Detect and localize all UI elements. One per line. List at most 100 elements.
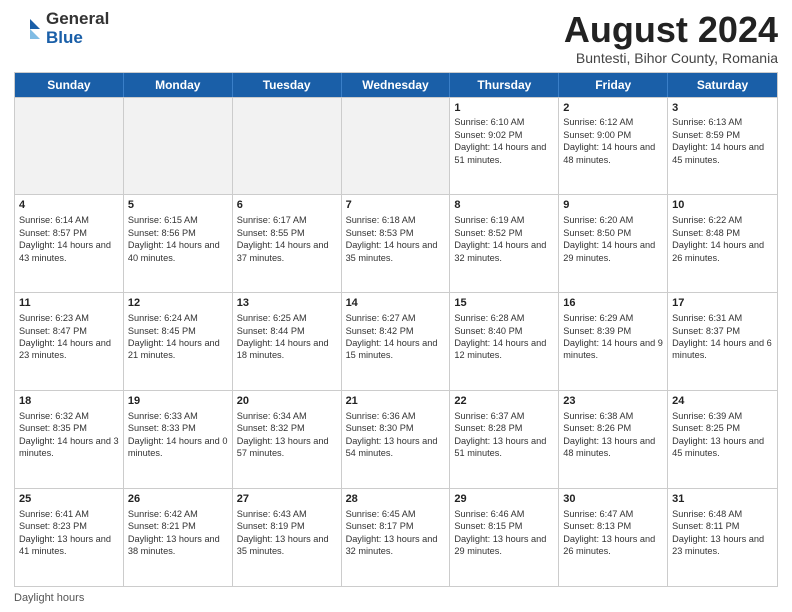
- calendar-cell: 28 Sunrise: 6:45 AM Sunset: 8:17 PM Dayli…: [342, 489, 451, 586]
- day-info: Sunrise: 6:47 AM Sunset: 8:13 PM Dayligh…: [563, 509, 655, 556]
- day-number: 28: [346, 492, 446, 507]
- day-number: 25: [19, 492, 119, 507]
- day-number: 10: [672, 198, 773, 213]
- day-info: Sunrise: 6:22 AM Sunset: 8:48 PM Dayligh…: [672, 215, 764, 262]
- logo-text: General Blue: [46, 10, 109, 47]
- day-number: 4: [19, 198, 119, 213]
- calendar-cell: 1Sunrise: 6:10 AM Sunset: 9:02 PM Daylig…: [450, 98, 559, 195]
- calendar-cell: 7 Sunrise: 6:18 AM Sunset: 8:53 PM Daylig…: [342, 195, 451, 292]
- calendar-cell: [124, 98, 233, 195]
- calendar-cell: [15, 98, 124, 195]
- title-block: August 2024 Buntesti, Bihor County, Roma…: [564, 10, 778, 66]
- day-info: Sunrise: 6:18 AM Sunset: 8:53 PM Dayligh…: [346, 215, 438, 262]
- day-info: Sunrise: 6:43 AM Sunset: 8:19 PM Dayligh…: [237, 509, 329, 556]
- calendar-header: SundayMondayTuesdayWednesdayThursdayFrid…: [15, 73, 777, 97]
- calendar-row: 1Sunrise: 6:10 AM Sunset: 9:02 PM Daylig…: [15, 97, 777, 195]
- day-info: Sunrise: 6:19 AM Sunset: 8:52 PM Dayligh…: [454, 215, 546, 262]
- subtitle: Buntesti, Bihor County, Romania: [564, 50, 778, 66]
- day-info: Sunrise: 6:15 AM Sunset: 8:56 PM Dayligh…: [128, 215, 220, 262]
- calendar-cell: 23 Sunrise: 6:38 AM Sunset: 8:26 PM Dayli…: [559, 391, 668, 488]
- calendar-cell: 10 Sunrise: 6:22 AM Sunset: 8:48 PM Dayli…: [668, 195, 777, 292]
- calendar-header-cell: Saturday: [668, 73, 777, 97]
- calendar-cell: 8 Sunrise: 6:19 AM Sunset: 8:52 PM Daylig…: [450, 195, 559, 292]
- calendar-header-cell: Tuesday: [233, 73, 342, 97]
- day-number: 7: [346, 198, 446, 213]
- calendar-cell: 11Sunrise: 6:23 AM Sunset: 8:47 PM Dayli…: [15, 293, 124, 390]
- month-title: August 2024: [564, 10, 778, 50]
- calendar-cell: 9 Sunrise: 6:20 AM Sunset: 8:50 PM Daylig…: [559, 195, 668, 292]
- day-number: 16: [563, 296, 663, 311]
- day-number: 6: [237, 198, 337, 213]
- day-number: 14: [346, 296, 446, 311]
- day-number: 9: [563, 198, 663, 213]
- day-info: Sunrise: 6:45 AM Sunset: 8:17 PM Dayligh…: [346, 509, 438, 556]
- header: General Blue August 2024 Buntesti, Bihor…: [14, 10, 778, 66]
- day-number: 19: [128, 394, 228, 409]
- day-number: 27: [237, 492, 337, 507]
- day-info: Sunrise: 6:23 AM Sunset: 8:47 PM Dayligh…: [19, 313, 111, 360]
- day-number: 30: [563, 492, 663, 507]
- day-info: Sunrise: 6:33 AM Sunset: 8:33 PM Dayligh…: [128, 411, 228, 458]
- calendar-row: 4 Sunrise: 6:14 AM Sunset: 8:57 PM Daylig…: [15, 194, 777, 292]
- calendar-cell: 13Sunrise: 6:25 AM Sunset: 8:44 PM Dayli…: [233, 293, 342, 390]
- calendar-cell: 3Sunrise: 6:13 AM Sunset: 8:59 PM Daylig…: [668, 98, 777, 195]
- day-info: Sunrise: 6:38 AM Sunset: 8:26 PM Dayligh…: [563, 411, 655, 458]
- calendar-cell: 22Sunrise: 6:37 AM Sunset: 8:28 PM Dayli…: [450, 391, 559, 488]
- day-number: 31: [672, 492, 773, 507]
- day-number: 2: [563, 101, 663, 116]
- calendar-cell: 29 Sunrise: 6:46 AM Sunset: 8:15 PM Dayli…: [450, 489, 559, 586]
- calendar-cell: 4 Sunrise: 6:14 AM Sunset: 8:57 PM Daylig…: [15, 195, 124, 292]
- day-info: Sunrise: 6:34 AM Sunset: 8:32 PM Dayligh…: [237, 411, 329, 458]
- day-number: 5: [128, 198, 228, 213]
- footer: Daylight hours: [14, 592, 778, 604]
- calendar-cell: 17Sunrise: 6:31 AM Sunset: 8:37 PM Dayli…: [668, 293, 777, 390]
- day-number: 24: [672, 394, 773, 409]
- day-number: 22: [454, 394, 554, 409]
- calendar-cell: 16Sunrise: 6:29 AM Sunset: 8:39 PM Dayli…: [559, 293, 668, 390]
- day-number: 26: [128, 492, 228, 507]
- day-info: Sunrise: 6:31 AM Sunset: 8:37 PM Dayligh…: [672, 313, 772, 360]
- day-number: 18: [19, 394, 119, 409]
- day-number: 15: [454, 296, 554, 311]
- day-info: Sunrise: 6:42 AM Sunset: 8:21 PM Dayligh…: [128, 509, 220, 556]
- calendar-cell: [342, 98, 451, 195]
- calendar-cell: 21 Sunrise: 6:36 AM Sunset: 8:30 PM Dayli…: [342, 391, 451, 488]
- day-info: Sunrise: 6:14 AM Sunset: 8:57 PM Dayligh…: [19, 215, 111, 262]
- calendar-header-cell: Friday: [559, 73, 668, 97]
- day-number: 20: [237, 394, 337, 409]
- day-info: Sunrise: 6:27 AM Sunset: 8:42 PM Dayligh…: [346, 313, 438, 360]
- calendar-cell: 12Sunrise: 6:24 AM Sunset: 8:45 PM Dayli…: [124, 293, 233, 390]
- day-number: 21: [346, 394, 446, 409]
- calendar-cell: 20 Sunrise: 6:34 AM Sunset: 8:32 PM Dayli…: [233, 391, 342, 488]
- day-info: Sunrise: 6:24 AM Sunset: 8:45 PM Dayligh…: [128, 313, 220, 360]
- day-info: Sunrise: 6:28 AM Sunset: 8:40 PM Dayligh…: [454, 313, 546, 360]
- calendar-cell: 6Sunrise: 6:17 AM Sunset: 8:55 PM Daylig…: [233, 195, 342, 292]
- calendar: SundayMondayTuesdayWednesdayThursdayFrid…: [14, 72, 778, 587]
- day-info: Sunrise: 6:20 AM Sunset: 8:50 PM Dayligh…: [563, 215, 655, 262]
- calendar-cell: 25Sunrise: 6:41 AM Sunset: 8:23 PM Dayli…: [15, 489, 124, 586]
- calendar-header-cell: Monday: [124, 73, 233, 97]
- calendar-cell: 2Sunrise: 6:12 AM Sunset: 9:00 PM Daylig…: [559, 98, 668, 195]
- logo: General Blue: [14, 10, 109, 47]
- calendar-cell: 31Sunrise: 6:48 AM Sunset: 8:11 PM Dayli…: [668, 489, 777, 586]
- day-info: Sunrise: 6:36 AM Sunset: 8:30 PM Dayligh…: [346, 411, 438, 458]
- calendar-cell: 19 Sunrise: 6:33 AM Sunset: 8:33 PM Dayli…: [124, 391, 233, 488]
- day-number: 23: [563, 394, 663, 409]
- day-number: 8: [454, 198, 554, 213]
- footer-text: Daylight hours: [14, 592, 84, 604]
- day-info: Sunrise: 6:39 AM Sunset: 8:25 PM Dayligh…: [672, 411, 764, 458]
- calendar-cell: 27 Sunrise: 6:43 AM Sunset: 8:19 PM Dayli…: [233, 489, 342, 586]
- calendar-cell: 24 Sunrise: 6:39 AM Sunset: 8:25 PM Dayli…: [668, 391, 777, 488]
- calendar-cell: 15 Sunrise: 6:28 AM Sunset: 8:40 PM Dayli…: [450, 293, 559, 390]
- calendar-cell: 30 Sunrise: 6:47 AM Sunset: 8:13 PM Dayli…: [559, 489, 668, 586]
- day-number: 3: [672, 101, 773, 116]
- calendar-row: 25Sunrise: 6:41 AM Sunset: 8:23 PM Dayli…: [15, 488, 777, 586]
- calendar-header-cell: Wednesday: [342, 73, 451, 97]
- day-info: Sunrise: 6:46 AM Sunset: 8:15 PM Dayligh…: [454, 509, 546, 556]
- calendar-header-cell: Sunday: [15, 73, 124, 97]
- page: General Blue August 2024 Buntesti, Bihor…: [0, 0, 792, 612]
- day-info: Sunrise: 6:12 AM Sunset: 9:00 PM Dayligh…: [563, 117, 655, 164]
- day-info: Sunrise: 6:32 AM Sunset: 8:35 PM Dayligh…: [19, 411, 119, 458]
- logo-icon: [14, 15, 42, 43]
- day-number: 29: [454, 492, 554, 507]
